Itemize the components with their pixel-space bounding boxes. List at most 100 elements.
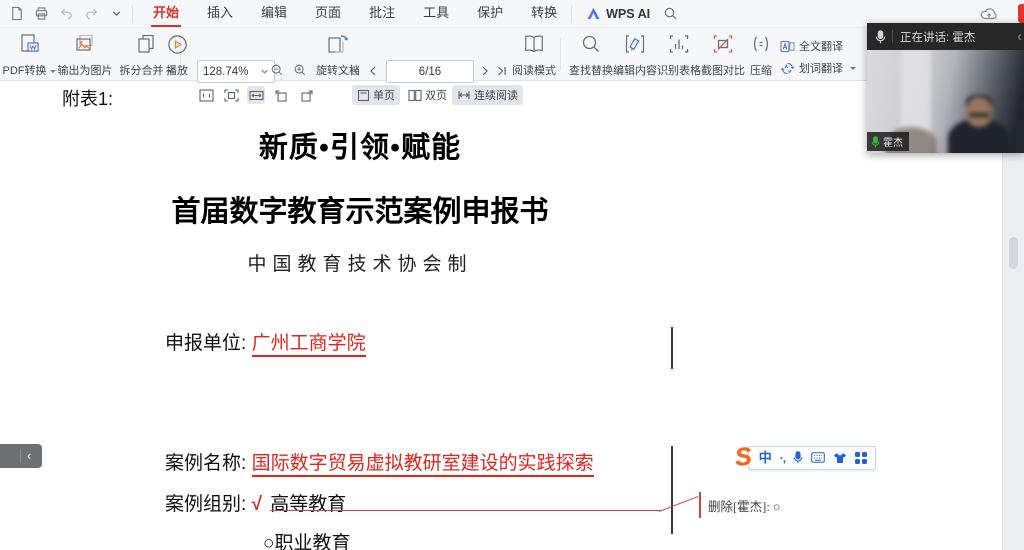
zoom-out-button[interactable] (270, 63, 284, 77)
chevron-down-icon (260, 67, 269, 76)
comment-connector-line (270, 510, 660, 511)
revision-checkmark: √ (252, 494, 262, 515)
tab-insert[interactable]: 插入 (205, 0, 235, 27)
quick-access-toolbar (0, 6, 132, 22)
page-number-input[interactable]: 6/16 (386, 60, 474, 83)
ime-voice-icon[interactable] (793, 451, 803, 464)
tab-protect[interactable]: 保护 (475, 0, 505, 27)
wps-ai-button[interactable]: WPS AI (586, 7, 650, 21)
field-case-value: 国际数字贸易虚拟教研室建设的实践探索 (252, 453, 594, 477)
ribbon-separator (560, 38, 561, 70)
fit-controls (197, 86, 315, 104)
continuous-read-icon (457, 89, 471, 101)
full-translate-button[interactable]: 全文翻译 (780, 37, 843, 55)
ime-mode-toggle[interactable]: 中 (759, 448, 772, 468)
find-replace-icon (580, 33, 602, 55)
video-call-overlay[interactable]: 正在讲话: 霍杰 ‹ 霍杰 (867, 23, 1024, 153)
actual-size-icon[interactable] (197, 86, 215, 104)
speaking-status: 正在讲话: 霍杰 (900, 29, 975, 45)
ime-toolbar-box: 中 ·, (748, 446, 876, 470)
pdf-convert-button[interactable]: PDF转换 (2, 32, 56, 78)
zoom-in-button[interactable] (293, 63, 307, 77)
titlebar-separator2 (571, 6, 572, 22)
chevron-left-icon: ‹ (27, 445, 31, 467)
export-image-button[interactable]: 输出为图片 (52, 32, 118, 78)
zoom-level-value: 128.74% (203, 66, 248, 78)
field-unit-label: 申报单位: (165, 333, 246, 354)
play-icon (166, 33, 189, 56)
rotate-left-icon[interactable] (272, 86, 290, 104)
next-page-button[interactable] (478, 64, 492, 78)
pdf-convert-icon (18, 33, 40, 55)
sidebar-collapse-toggle[interactable]: ‹ (0, 444, 42, 468)
word-translate-icon (780, 61, 795, 76)
recognize-table-icon (668, 33, 690, 55)
search-icon[interactable] (662, 6, 678, 22)
prev-page-button[interactable] (366, 64, 380, 78)
wps-ai-label: WPS AI (606, 7, 650, 21)
doc-title-line2: 首届数字教育示范案例申报书 (0, 188, 720, 230)
export-image-label: 输出为图片 (58, 65, 113, 77)
comment-connector-diagonal (659, 496, 699, 512)
toggle-divider (20, 449, 21, 463)
compress-icon (750, 33, 772, 55)
ime-punctuation-toggle[interactable]: ·, (780, 451, 785, 465)
ime-toolbox-icon[interactable] (855, 452, 867, 464)
tab-home[interactable]: 开始 (151, 0, 181, 27)
video-feed: 霍杰 (867, 50, 1024, 153)
compress-button[interactable]: 压缩 (742, 32, 780, 78)
video-call-header[interactable]: 正在讲话: 霍杰 ‹ (867, 23, 1024, 50)
play-label: 播放 (166, 65, 188, 77)
header-divider (892, 30, 893, 43)
double-page-label: 双页 (425, 87, 447, 103)
play-button[interactable]: 播放 (158, 32, 196, 78)
screenshot-compare-icon (712, 33, 734, 55)
word-translate-button[interactable]: 划词翻译 (780, 59, 856, 77)
split-merge-icon (135, 33, 157, 55)
tab-edit[interactable]: 编辑 (259, 0, 289, 27)
read-mode-button[interactable]: 阅读模式 (506, 32, 562, 78)
chevron-collapse-icon[interactable]: ‹ (1017, 28, 1024, 45)
comment-anchor-bar (699, 492, 701, 518)
option-vocational: ○职业教育 (263, 528, 350, 550)
titlebar-red-button[interactable] (1018, 4, 1024, 23)
mic-active-icon (871, 136, 880, 148)
sogou-logo-icon[interactable]: S (734, 442, 754, 473)
fit-page-icon[interactable] (222, 86, 240, 104)
mic-icon[interactable] (875, 30, 886, 44)
recognize-table-label: 识别表格 (657, 65, 701, 77)
ime-keyboard-icon[interactable] (811, 452, 825, 463)
continuous-read-button[interactable]: 连续阅读 (452, 85, 523, 105)
ime-skin-icon[interactable] (833, 452, 847, 464)
ime-toolbar: S 中 ·, (735, 443, 876, 472)
zoom-level-input[interactable]: 128.74% (197, 60, 275, 83)
rotate-right-icon[interactable] (297, 86, 315, 104)
cloud-upload-icon[interactable] (980, 5, 998, 22)
deletion-comment[interactable]: 删除[霍杰]: ○ (708, 496, 780, 515)
tab-comment[interactable]: 批注 (367, 0, 397, 27)
participant-name: 霍杰 (883, 134, 903, 149)
tab-convert[interactable]: 转换 (529, 0, 559, 27)
wps-ai-icon (586, 7, 601, 20)
quick-access-more-icon[interactable] (108, 6, 124, 22)
field-group-row: 案例组别: √ 高等教育 (165, 489, 346, 516)
menu-tabs: 开始 插入 编辑 页面 批注 工具 保护 转换 (139, 0, 571, 27)
redo-icon[interactable] (83, 6, 99, 22)
undo-icon[interactable] (58, 6, 74, 22)
vertical-scrollbar-thumb[interactable] (1009, 237, 1018, 269)
print-icon[interactable] (33, 6, 49, 22)
first-page-button[interactable] (348, 64, 362, 78)
save-icon[interactable] (8, 6, 24, 22)
field-group-value: 高等教育 (270, 494, 346, 515)
single-page-button[interactable]: 单页 (352, 85, 400, 105)
titlebar-separator (132, 6, 133, 22)
field-unit-value: 广州工商学院 (252, 333, 366, 357)
find-replace-label: 查找替换 (569, 65, 613, 77)
field-unit-row: 申报单位: 广州工商学院 (165, 328, 366, 355)
tab-tools[interactable]: 工具 (421, 0, 451, 27)
wps-pdf-window: 开始 插入 编辑 页面 批注 工具 保护 转换 WPS AI PDF转换 (0, 0, 1024, 550)
single-page-icon (357, 89, 370, 102)
continuous-read-label: 连续阅读 (474, 87, 518, 103)
tab-page[interactable]: 页面 (313, 0, 343, 27)
fit-width-icon[interactable] (247, 86, 265, 104)
